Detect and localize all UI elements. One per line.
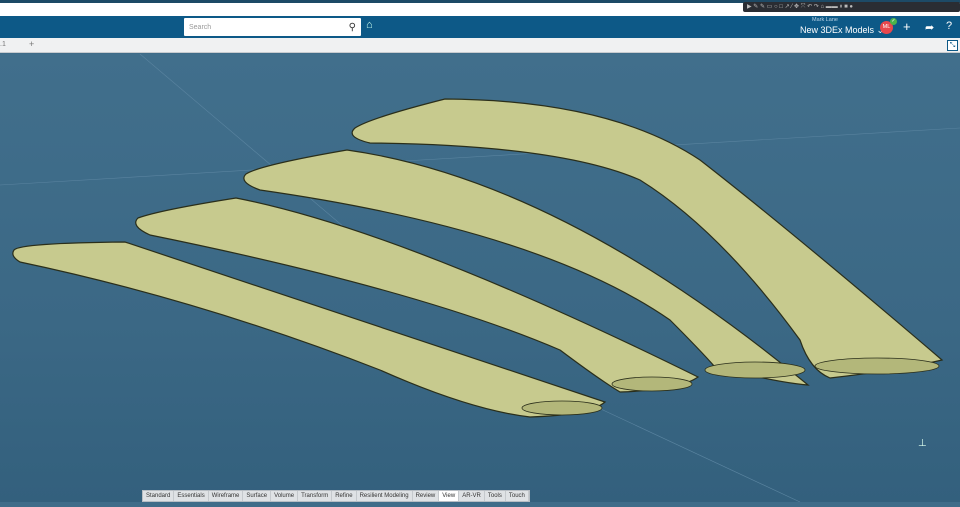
action-tab-tools[interactable]: Tools: [485, 491, 506, 501]
avatar-initials: ML: [882, 24, 891, 30]
action-tab-resilient-modeling[interactable]: Resilient Modeling: [357, 491, 413, 501]
blade-model: [0, 53, 960, 503]
tab-current[interactable]: .1: [0, 41, 6, 48]
tab-bar: .1 + ⤡: [0, 38, 960, 53]
avatar[interactable]: ML ✓: [880, 18, 897, 34]
search-input[interactable]: Search ⚲: [184, 18, 361, 36]
action-tab-essentials[interactable]: Essentials: [174, 491, 209, 501]
check-icon: ✓: [890, 18, 897, 25]
action-tab-ar-vr[interactable]: AR-VR: [459, 491, 485, 501]
tag-icon[interactable]: ⌂: [366, 19, 373, 31]
add-tab-button[interactable]: +: [29, 39, 34, 49]
space-label: New 3DEx Models: [800, 25, 875, 35]
action-tab-view[interactable]: View: [439, 491, 460, 501]
action-tab-volume[interactable]: Volume: [271, 491, 299, 501]
recording-toolbar[interactable]: ▶ ✎ ✎ ▭ ○ □ ↗ ⁄ ✥ ⤧ ↶ ↷ ⌂ ▬▬ ⏸ ■ ●: [743, 2, 960, 12]
share-icon[interactable]: ➦: [925, 21, 934, 34]
action-tab-refine[interactable]: Refine: [332, 491, 357, 501]
help-icon[interactable]: ?: [946, 20, 952, 32]
action-tab-standard[interactable]: Standard: [143, 491, 175, 501]
3d-viewport[interactable]: [0, 53, 960, 503]
search-icon[interactable]: ⚲: [349, 22, 356, 33]
action-tab-wireframe[interactable]: Wireframe: [209, 491, 244, 501]
action-tab-touch[interactable]: Touch: [506, 491, 529, 501]
action-tab-surface[interactable]: Surface: [243, 491, 272, 501]
collapse-icon[interactable]: ⤡: [947, 40, 958, 51]
action-bar: Standard Essentials Wireframe Surface Vo…: [142, 490, 530, 502]
search-placeholder: Search: [189, 23, 212, 31]
action-tab-transform[interactable]: Transform: [298, 491, 333, 501]
blade-4[interactable]: [351, 98, 944, 379]
collab-space-dropdown[interactable]: New 3DEx Models ⌄: [800, 25, 884, 36]
action-tab-review[interactable]: Review: [413, 491, 440, 501]
compass-icon[interactable]: ⊥: [918, 438, 927, 449]
user-name: Mark Lane: [812, 17, 838, 23]
add-icon[interactable]: +: [903, 19, 911, 34]
